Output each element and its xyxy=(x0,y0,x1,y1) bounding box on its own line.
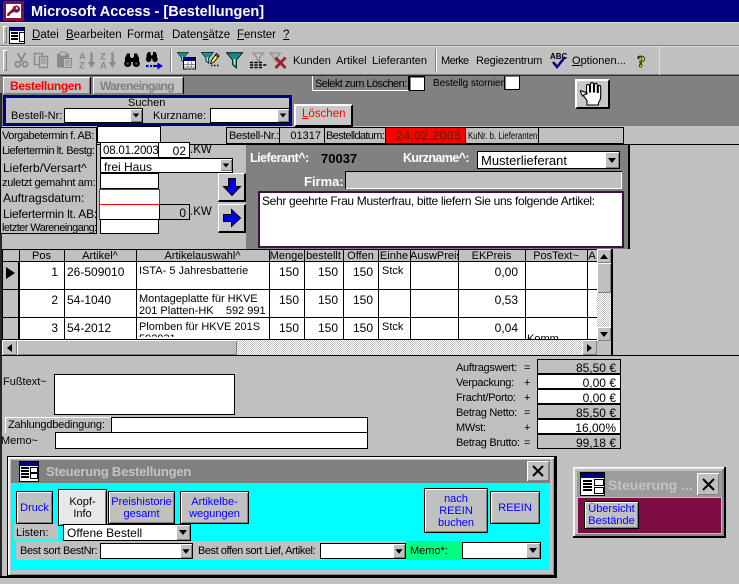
svg-text:Z: Z xyxy=(79,61,85,70)
svg-text:A: A xyxy=(100,61,107,70)
svg-text:?: ? xyxy=(637,52,646,70)
svg-text:ABC: ABC xyxy=(550,52,568,61)
